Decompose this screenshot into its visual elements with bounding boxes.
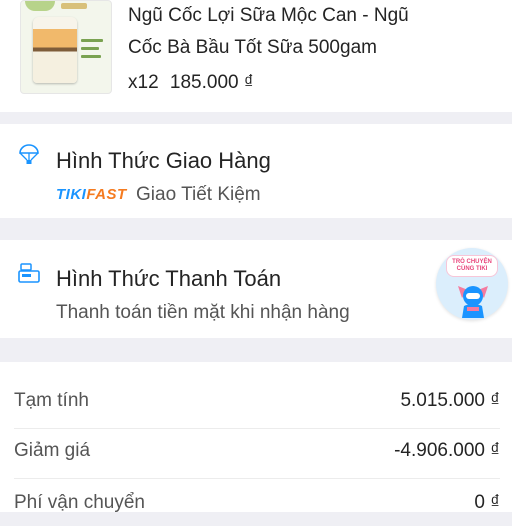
chat-label-line: CÙNG TIKI	[456, 266, 488, 272]
product-jar-graphic	[33, 17, 77, 83]
product-title[interactable]: Ngũ Cốc Lợi Sữa Mộc Can - Ngũ Cốc Bà Bầu…	[128, 0, 458, 64]
subtotal-label: Tạm tính	[14, 390, 89, 411]
tikifast-badge: TIKIFAST	[56, 186, 127, 203]
divider	[14, 478, 500, 479]
shipping-fee-value: 0 ₫	[474, 492, 500, 513]
payment-section-title: Hình Thức Thanh Toán	[56, 266, 282, 291]
cash-register-icon	[18, 263, 40, 283]
shipping-fee-label: Phí vận chuyển	[14, 492, 145, 513]
subtotal-value: 5.015.000 ₫	[400, 390, 500, 411]
product-thumbnail[interactable]	[20, 0, 112, 94]
product-card[interactable]: Ngũ Cốc Lợi Sữa Mộc Can - Ngũ Cốc Bà Bầu…	[0, 0, 512, 112]
package-text-graphic	[81, 39, 103, 42]
leaf-decoration	[25, 1, 55, 11]
chat-label-line: TRÒ CHUYỆN	[452, 259, 492, 265]
divider	[14, 428, 500, 429]
package-text-graphic	[81, 47, 99, 50]
parachute-icon	[19, 144, 39, 164]
chat-label: TRÒ CHUYỆN CÙNG TIKI	[446, 255, 498, 277]
delivery-section-title: Hình Thức Giao Hàng	[56, 148, 271, 173]
payment-method-value: Thanh toán tiền mặt khi nhận hàng	[56, 302, 350, 323]
tikifast-tiki-text: TIKI	[56, 186, 87, 203]
discount-value: -4.906.000 ₫	[394, 440, 500, 461]
chat-with-tiki-button[interactable]: TRÒ CHUYỆN CÙNG TIKI	[436, 248, 508, 320]
payment-method-card[interactable]: Hình Thức Thanh Toán Thanh toán tiền mặt…	[0, 240, 512, 338]
brand-label-graphic	[61, 3, 87, 9]
tikifast-fast-text: FAST	[86, 186, 127, 203]
product-price-row: x12 185.000 ₫	[128, 72, 260, 94]
subtotal-row: Tạm tính 5.015.000 ₫	[0, 380, 512, 424]
package-text-graphic	[81, 55, 101, 58]
product-title-line: Ngũ Cốc Lợi Sữa Mộc Can - Ngũ	[128, 5, 409, 26]
product-price: 185.000 ₫	[169, 72, 254, 93]
order-summary: Tạm tính 5.015.000 ₫ Giảm giá -4.906.000…	[0, 362, 512, 513]
product-title-line: Cốc Bà Bầu Tốt Sữa 500gam	[128, 37, 377, 58]
discount-label: Giảm giá	[14, 440, 91, 461]
delivery-method-value: Giao Tiết Kiệm	[136, 184, 261, 205]
discount-row: Giảm giá -4.906.000 ₫	[0, 430, 512, 474]
tiki-mascot-icon	[458, 286, 488, 318]
shipping-fee-row: Phí vận chuyển 0 ₫	[0, 482, 512, 526]
product-quantity: x12	[128, 72, 159, 93]
